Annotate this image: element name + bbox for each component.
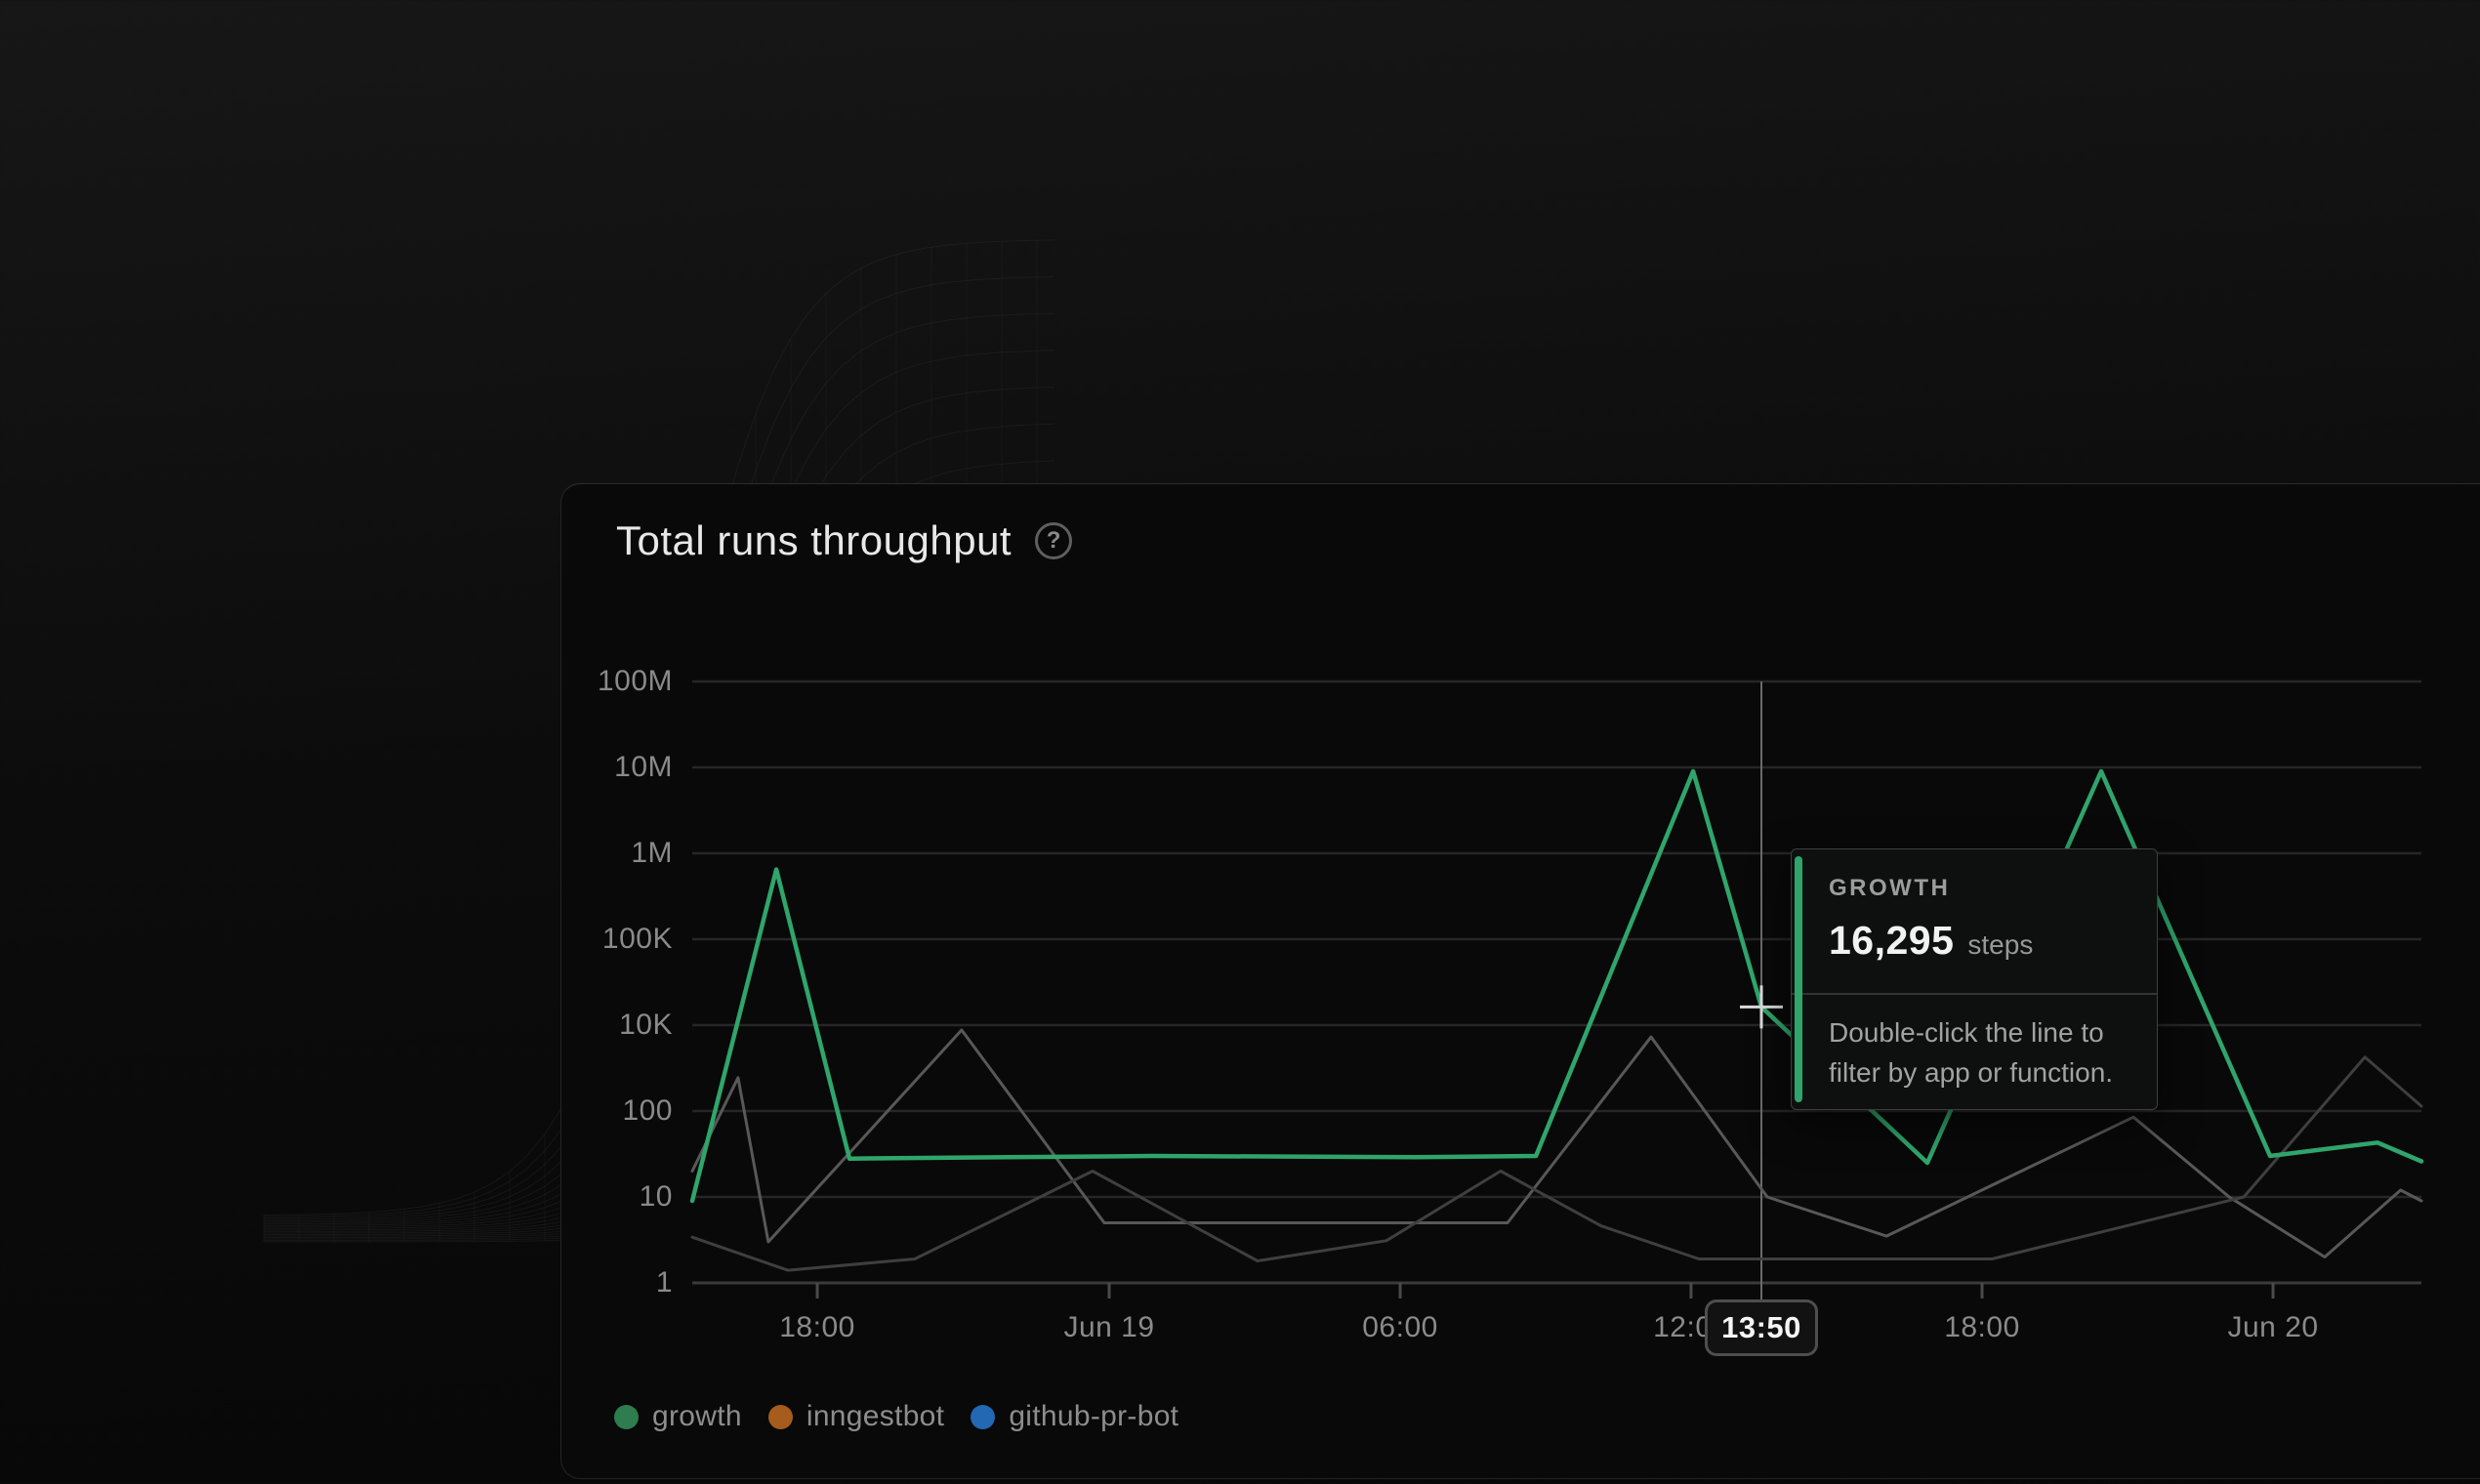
legend-label: growth — [652, 1400, 742, 1433]
legend-label: github-pr-bot — [1009, 1400, 1178, 1433]
legend-dot-icon — [614, 1405, 639, 1429]
tooltip-unit: steps — [1967, 929, 2033, 961]
y-tick-label: 1M — [556, 837, 673, 870]
tooltip-series-accent-bar — [1795, 856, 1802, 1102]
y-tick-label: 100K — [556, 923, 673, 956]
x-tick-label: 18:00 — [720, 1311, 915, 1344]
help-icon[interactable]: ? — [1035, 522, 1072, 559]
x-tick-label: Jun 19 — [1012, 1311, 1207, 1344]
x-tick-label: 06:00 — [1302, 1311, 1498, 1344]
legend-dot-icon — [971, 1405, 995, 1429]
tooltip-hint: Double-click the line to filter by app o… — [1792, 995, 2157, 1092]
tooltip-value-section: GROWTH 16,295 steps — [1792, 849, 2157, 995]
card-header: Total runs throughput ? — [616, 517, 1072, 564]
page: { "card": { "title": "Total runs through… — [0, 0, 2480, 1484]
tooltip-series-name: GROWTH — [1829, 875, 2129, 902]
tooltip-hint-line2: filter by app or function. — [1829, 1052, 2129, 1092]
chart-tooltip: GROWTH 16,295 steps Double-click the lin… — [1791, 848, 2158, 1110]
y-tick-label: 10M — [556, 751, 673, 784]
crosshair-time-badge: 13:50 — [1705, 1299, 1818, 1356]
legend-item-github-pr-bot[interactable]: github-pr-bot — [971, 1400, 1178, 1433]
legend-dot-icon — [768, 1405, 793, 1429]
y-tick-label: 100M — [556, 665, 673, 698]
y-tick-label: 100 — [556, 1094, 673, 1128]
legend-label: inngestbot — [806, 1400, 944, 1433]
y-tick-label: 1 — [556, 1266, 673, 1299]
tooltip-value: 16,295 — [1829, 918, 1954, 964]
tooltip-hint-line1: Double-click the line to — [1829, 1012, 2129, 1052]
x-tick-label: 18:00 — [1884, 1311, 2080, 1344]
chart-legend: growth inngestbot github-pr-bot — [614, 1400, 1178, 1433]
legend-item-inngestbot[interactable]: inngestbot — [768, 1400, 944, 1433]
card-title: Total runs throughput — [616, 517, 1012, 564]
y-tick-label: 10K — [556, 1009, 673, 1042]
x-tick-label: Jun 20 — [2175, 1311, 2371, 1344]
legend-item-growth[interactable]: growth — [614, 1400, 742, 1433]
y-tick-label: 10 — [556, 1180, 673, 1214]
